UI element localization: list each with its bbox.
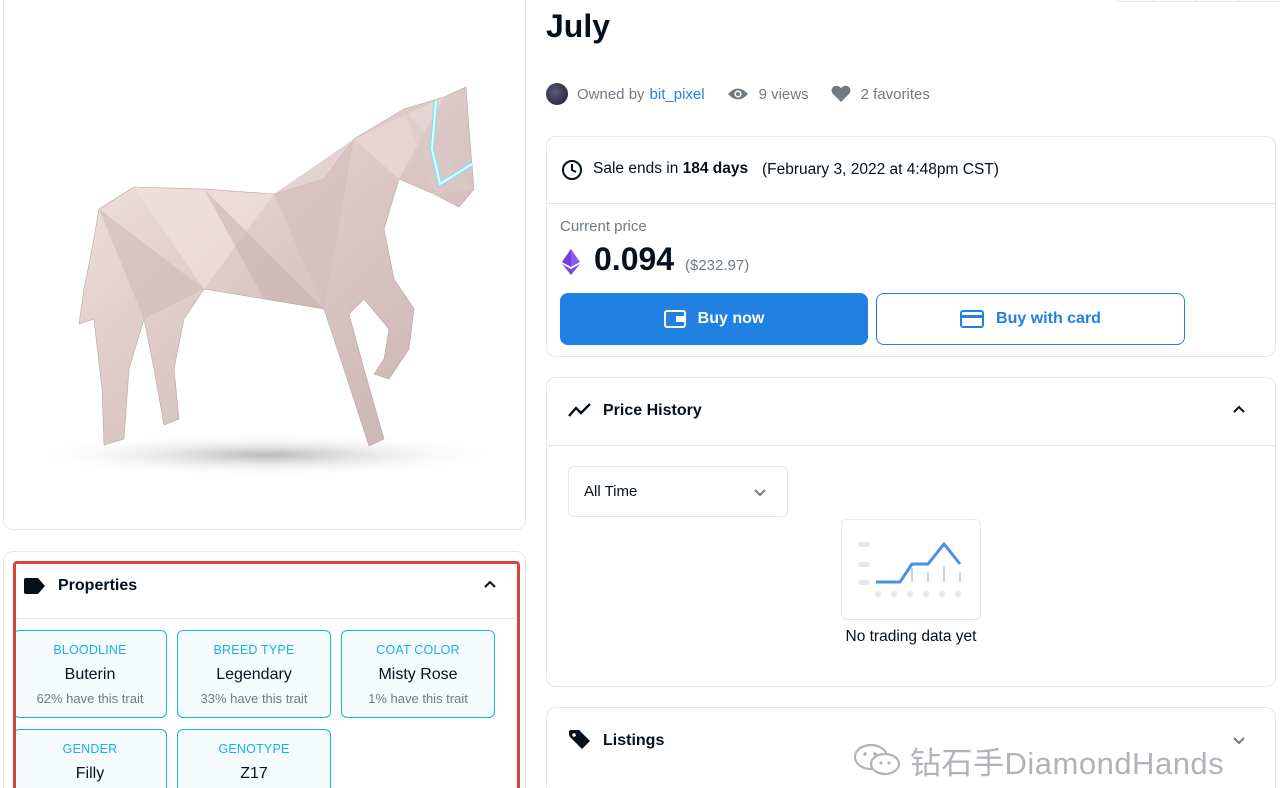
- watermark-text: 钻石手DiamondHands: [910, 745, 1225, 781]
- buy-now-button[interactable]: Buy now: [560, 293, 868, 345]
- heart-icon: [831, 85, 851, 102]
- no-data-message: No trading data yet: [845, 628, 977, 645]
- price-usd: ($232.97): [685, 257, 750, 274]
- sale-card: Sale ends in 184 days (February 3, 2022 …: [546, 136, 1276, 357]
- favorites-label: 2 favorites: [860, 85, 930, 103]
- price-history-title: Price History: [603, 402, 702, 419]
- avatar[interactable]: [546, 83, 568, 105]
- sale-days: 184 days: [682, 160, 749, 177]
- price-history-card: Price History All Time No trading data y…: [546, 377, 1276, 687]
- property-rarity: 1% have this trait: [368, 691, 468, 706]
- top-action-button[interactable]: [1196, 0, 1238, 2]
- top-action-button[interactable]: [1238, 0, 1280, 2]
- property-tile[interactable]: COAT COLOR Misty Rose 1% have this trait: [341, 630, 495, 718]
- sale-date: (February 3, 2022 at 4:48pm CST): [762, 161, 999, 178]
- item-meta-row: Owned by bit_pixel 9 views 2 favorites: [546, 82, 930, 106]
- property-type: GENOTYPE: [218, 742, 290, 756]
- buy-with-card-label: Buy with card: [996, 310, 1101, 327]
- time-range-value: All Time: [584, 483, 638, 500]
- chevron-up-icon[interactable]: [1231, 402, 1247, 423]
- eye-icon: [727, 88, 748, 100]
- sale-countdown: Sale ends in 184 days (February 3, 2022 …: [547, 137, 1275, 204]
- top-action-button[interactable]: [1112, 0, 1154, 2]
- properties-header[interactable]: Properties: [16, 565, 516, 619]
- property-tile[interactable]: BLOODLINE Buterin 62% have this trait: [13, 630, 167, 718]
- price-label: Current price: [560, 218, 647, 235]
- properties-title: Properties: [58, 577, 138, 594]
- property-type: COAT COLOR: [376, 643, 460, 657]
- chevron-down-icon[interactable]: [1231, 732, 1247, 753]
- views-count: 9 views: [727, 86, 809, 103]
- favorites-count[interactable]: 2 favorites: [831, 85, 930, 103]
- watermark: 钻石手DiamondHands: [852, 740, 1225, 781]
- property-value: Legendary: [216, 666, 292, 683]
- horse-image: [26, 86, 506, 477]
- nft-image-card[interactable]: [3, 0, 526, 530]
- credit-card-icon: [960, 310, 985, 328]
- property-rarity: 62% have this trait: [36, 691, 144, 706]
- views-label: 9 views: [758, 85, 809, 103]
- listings-title: Listings: [603, 732, 665, 749]
- property-value: Filly: [75, 765, 105, 782]
- property-value: Z17: [240, 765, 268, 782]
- tag-icon: [569, 730, 591, 755]
- trending-icon: [568, 402, 592, 423]
- buy-with-card-button[interactable]: Buy with card: [876, 293, 1185, 345]
- sale-ends-text: Sale ends in 184 days: [593, 160, 748, 178]
- sale-ends-prefix: Sale ends in: [593, 160, 679, 177]
- property-tile[interactable]: GENDER Filly: [13, 729, 167, 788]
- ethereum-icon: [562, 249, 580, 280]
- top-action-button[interactable]: [1154, 0, 1196, 2]
- property-type: BREED TYPE: [213, 643, 295, 657]
- property-rarity: 33% have this trait: [200, 691, 308, 706]
- property-tile[interactable]: GENOTYPE Z17: [177, 729, 331, 788]
- owner-prefix: Owned by: [577, 85, 645, 103]
- clock-icon: [561, 159, 583, 186]
- wechat-icon: [853, 743, 901, 776]
- tag-icon: [24, 578, 46, 599]
- top-action-buttons: [1112, 0, 1280, 2]
- item-title: July: [546, 8, 611, 44]
- property-value: Misty Rose: [378, 666, 458, 683]
- buy-now-label: Buy now: [697, 310, 765, 327]
- price-value: 0.094: [594, 241, 675, 277]
- property-tile[interactable]: BREED TYPE Legendary 33% have this trait: [177, 630, 331, 718]
- property-type: BLOODLINE: [53, 643, 127, 657]
- time-range-select[interactable]: All Time: [568, 466, 788, 517]
- property-type: GENDER: [62, 742, 118, 756]
- chevron-down-icon: [752, 484, 768, 505]
- wallet-icon: [663, 310, 686, 328]
- chevron-up-icon[interactable]: [482, 577, 498, 598]
- price-history-header[interactable]: Price History: [547, 378, 1275, 446]
- property-value: Buterin: [64, 666, 116, 683]
- owner-link[interactable]: bit_pixel: [650, 86, 705, 103]
- empty-chart-illustration: [841, 519, 981, 620]
